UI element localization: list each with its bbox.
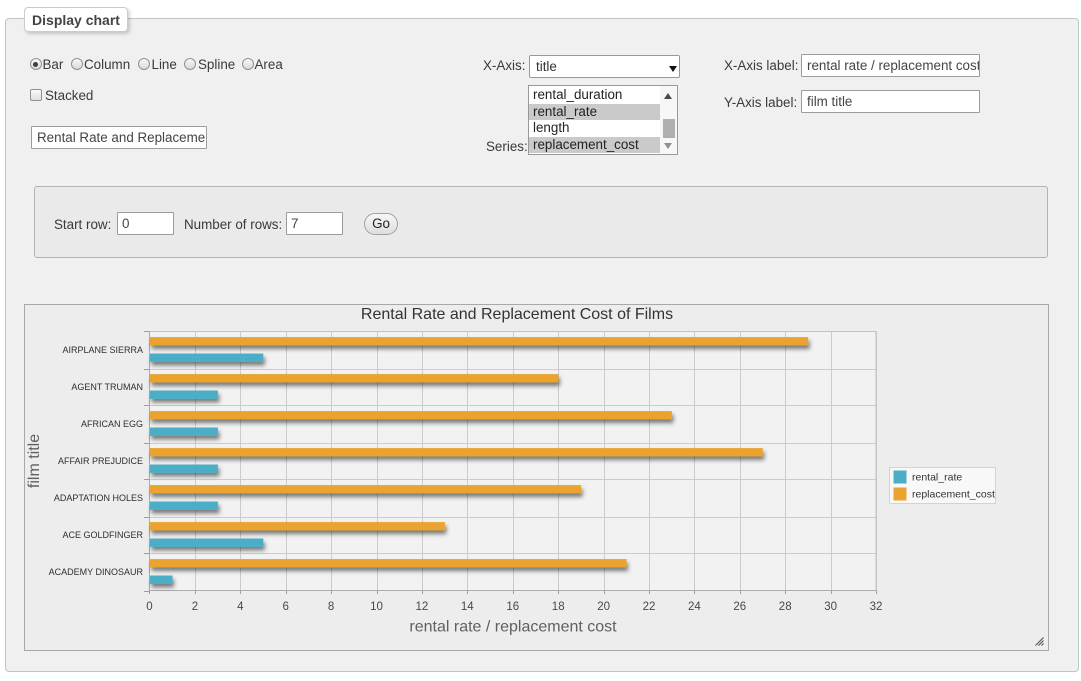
svg-text:24: 24 (688, 601, 701, 613)
svg-text:4: 4 (237, 601, 244, 613)
svg-text:28: 28 (779, 601, 792, 613)
svg-text:replacement_cost: replacement_cost (912, 489, 995, 501)
svg-text:22: 22 (643, 601, 656, 613)
svg-text:10: 10 (370, 601, 383, 613)
svg-text:30: 30 (824, 601, 837, 613)
svg-text:32: 32 (870, 601, 883, 613)
svg-text:0: 0 (146, 601, 152, 613)
svg-text:ACE GOLDFINGER: ACE GOLDFINGER (62, 530, 143, 540)
svg-text:20: 20 (597, 601, 610, 613)
svg-text:12: 12 (416, 601, 429, 613)
svg-text:Rental Rate and Replacement Co: Rental Rate and Replacement Cost of Film… (361, 306, 673, 323)
svg-text:26: 26 (733, 601, 746, 613)
svg-text:6: 6 (282, 601, 288, 613)
svg-text:14: 14 (461, 601, 474, 613)
svg-text:2: 2 (192, 601, 198, 613)
svg-text:ADAPTATION HOLES: ADAPTATION HOLES (54, 493, 143, 503)
svg-text:AFRICAN EGG: AFRICAN EGG (81, 419, 143, 429)
svg-text:AIRPLANE SIERRA: AIRPLANE SIERRA (62, 345, 143, 355)
svg-text:AGENT TRUMAN: AGENT TRUMAN (71, 382, 143, 392)
svg-text:rental_rate: rental_rate (912, 472, 962, 484)
svg-text:18: 18 (552, 601, 565, 613)
svg-text:rental rate / replacement cost: rental rate / replacement cost (409, 619, 617, 636)
svg-text:film title: film title (26, 434, 43, 488)
svg-text:16: 16 (506, 601, 519, 613)
svg-text:ACADEMY DINOSAUR: ACADEMY DINOSAUR (49, 567, 144, 577)
svg-text:AFFAIR PREJUDICE: AFFAIR PREJUDICE (58, 456, 143, 466)
svg-text:8: 8 (328, 601, 334, 613)
